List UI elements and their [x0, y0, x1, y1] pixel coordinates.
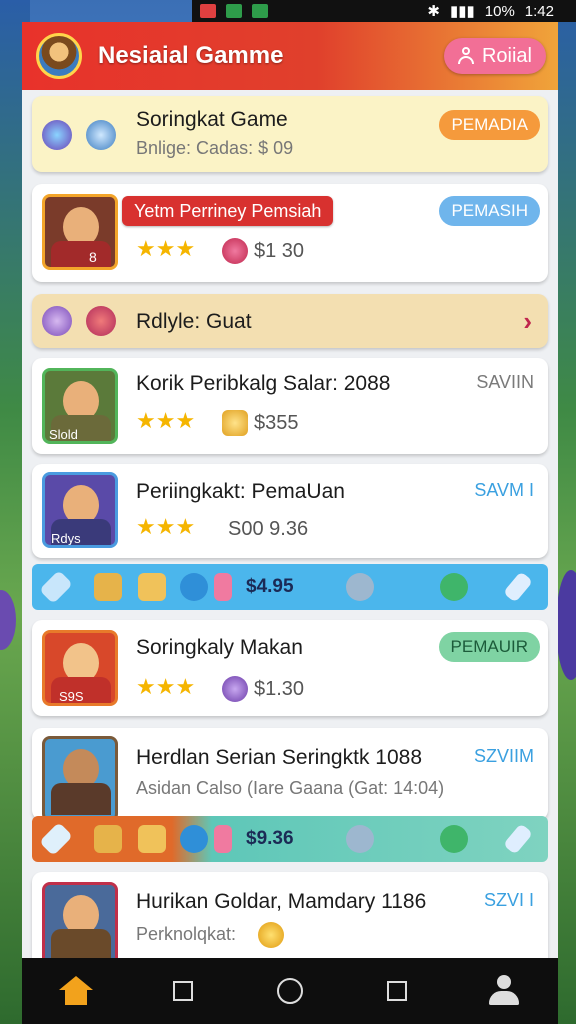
item-title: Herdlan Serian Seringktk 1088 [136, 746, 423, 769]
item-tag: SZVI I [483, 890, 534, 910]
star-rating: ★★★ [136, 674, 196, 699]
flag-icon[interactable] [214, 825, 232, 853]
sword-icon[interactable] [39, 822, 73, 856]
nav-overview-button[interactable] [369, 966, 425, 1016]
thumbnail-label: 8 [89, 249, 97, 265]
user-icon [457, 47, 474, 65]
star-rating: ★★★ [136, 408, 196, 433]
item-ribbon: Yetm Perriney Pemsiah [122, 196, 334, 226]
status-bar: ✱ ▮▮▮ 10% 1:42 [192, 0, 576, 22]
star-rating: ★★★ [136, 236, 196, 261]
ruby-icon [222, 238, 248, 264]
thumbnail-label: S9S [59, 689, 84, 704]
swords-icon [222, 676, 248, 702]
clover-icon[interactable] [440, 825, 468, 853]
item-tag: SZVIIM [473, 746, 534, 766]
treasure-icon[interactable] [138, 825, 166, 853]
nav-home-button[interactable] [48, 966, 104, 1016]
thumbnail-label: Rdys [51, 531, 81, 546]
clover-icon[interactable] [440, 573, 468, 601]
circle-icon [276, 978, 303, 1004]
bottom-navigation [22, 958, 558, 1024]
clock: 1:42 [524, 2, 554, 20]
item-thumbnail [42, 882, 118, 958]
item-price: S00 9.36 [228, 518, 309, 540]
list-item[interactable]: Rdys Periingkakt: PemaUan SAVM I ★★★ S00… [32, 464, 548, 558]
item-title: Hurikan Goldar, Mamdary 1186 [136, 890, 427, 913]
status-badge[interactable]: PEMAUIR [438, 632, 540, 662]
nav-profile-button[interactable] [476, 966, 532, 1016]
star-rating: ★★★ [136, 514, 196, 539]
signal-icon: ▮▮▮ [450, 3, 475, 20]
list-item[interactable]: 8 Yetm Perriney Pemsiah PEMASIH ★★★ $1 3… [32, 184, 548, 282]
gem-icon [42, 120, 72, 150]
item-title: Periingkakt: PemaUan [136, 480, 345, 503]
list-item[interactable]: Herdlan Serian Seringktk 1088 Asidan Cal… [32, 728, 548, 822]
brush-icon[interactable] [502, 571, 534, 603]
item-subtitle: Asidan Calso (Iare Gaana (Gat: 14:04) [136, 778, 445, 798]
coin-icon [258, 922, 284, 948]
magnifier-icon[interactable] [180, 573, 208, 601]
magnifier-icon[interactable] [180, 825, 208, 853]
list-item[interactable]: Hurikan Goldar, Mamdary 1186 Perknolqkat… [32, 872, 548, 958]
scroll-icon[interactable] [94, 573, 122, 601]
status-badge[interactable]: PEMASIH [439, 196, 540, 226]
item-tag: SAVIIN [476, 372, 534, 392]
item-title: Soringkaly Makan [136, 636, 303, 659]
flag-icon[interactable] [214, 573, 232, 601]
sword-icon[interactable] [39, 570, 73, 604]
scroll-icon[interactable] [94, 825, 122, 853]
item-price: $1 30 [254, 240, 305, 262]
role-button-label: Roiial [481, 44, 532, 67]
item-price: $1.30 [254, 678, 305, 700]
item-thumbnail: S9S [42, 630, 118, 706]
battery-level: 10% [484, 2, 515, 20]
item-thumbnail: 8 [42, 194, 118, 270]
item-thumbnail: Rdys [42, 472, 118, 548]
page-title: Nesiaial Gamme [98, 42, 284, 69]
profile-icon [489, 975, 520, 1007]
notification-icon [252, 4, 268, 18]
nav-back-button[interactable] [155, 966, 211, 1016]
toolbar-price: $4.95 [246, 576, 294, 597]
chevron-right-icon[interactable]: › [523, 306, 532, 337]
item-title: Korik Peribkalg Salar: 2088 [136, 372, 391, 395]
coin-stack-icon [222, 410, 248, 436]
square-icon [387, 981, 408, 1001]
swords-icon [42, 306, 72, 336]
toolbar-price: $9.36 [246, 828, 294, 849]
item-thumbnail [42, 736, 118, 822]
avatar[interactable] [36, 33, 82, 79]
app-window: Nesiaial Gamme Roiial Soringkat Game Bnl… [22, 22, 558, 958]
item-title: Soringkat Game [136, 108, 288, 131]
list-item[interactable]: S9S Soringkaly Makan PEMAUIR ★★★ $1.30 [32, 620, 548, 716]
emblem-icon [86, 306, 116, 336]
disc-icon[interactable] [346, 825, 374, 853]
thumbnail-label: Slold [49, 427, 78, 442]
app-header: Nesiaial Gamme Roiial [22, 22, 558, 90]
item-price: $355 [254, 412, 299, 434]
item-toolbar: $4.95 [32, 564, 548, 610]
role-button[interactable]: Roiial [443, 38, 546, 74]
nav-home-circle-button[interactable] [262, 966, 318, 1016]
list-item[interactable]: Slold Korik Peribkalg Salar: 2088 SAVIIN… [32, 358, 548, 454]
item-tag: SAVM I [474, 480, 534, 500]
square-icon [172, 981, 193, 1001]
bluetooth-icon: ✱ [427, 3, 440, 20]
home-icon [58, 976, 93, 1006]
list-item[interactable]: Soringkat Game Bnlige: Cadas: $ 09 PEMAD… [32, 96, 548, 172]
list-item[interactable]: Rdlyle: Guat › [32, 294, 548, 348]
item-title: Rdlyle: Guat [136, 310, 252, 333]
shield-icon [86, 120, 116, 150]
treasure-icon[interactable] [138, 573, 166, 601]
notification-icon [200, 4, 216, 18]
item-subtitle: Bnlige: Cadas: $ 09 [136, 138, 294, 158]
status-badge[interactable]: PEMADIA [439, 110, 540, 140]
item-thumbnail: Slold [42, 368, 118, 444]
item-subtitle: Perknolqkat: [136, 924, 237, 944]
disc-icon[interactable] [346, 573, 374, 601]
brush-icon[interactable] [502, 823, 534, 855]
notification-icon [226, 4, 242, 18]
item-toolbar: $9.36 [32, 816, 548, 862]
